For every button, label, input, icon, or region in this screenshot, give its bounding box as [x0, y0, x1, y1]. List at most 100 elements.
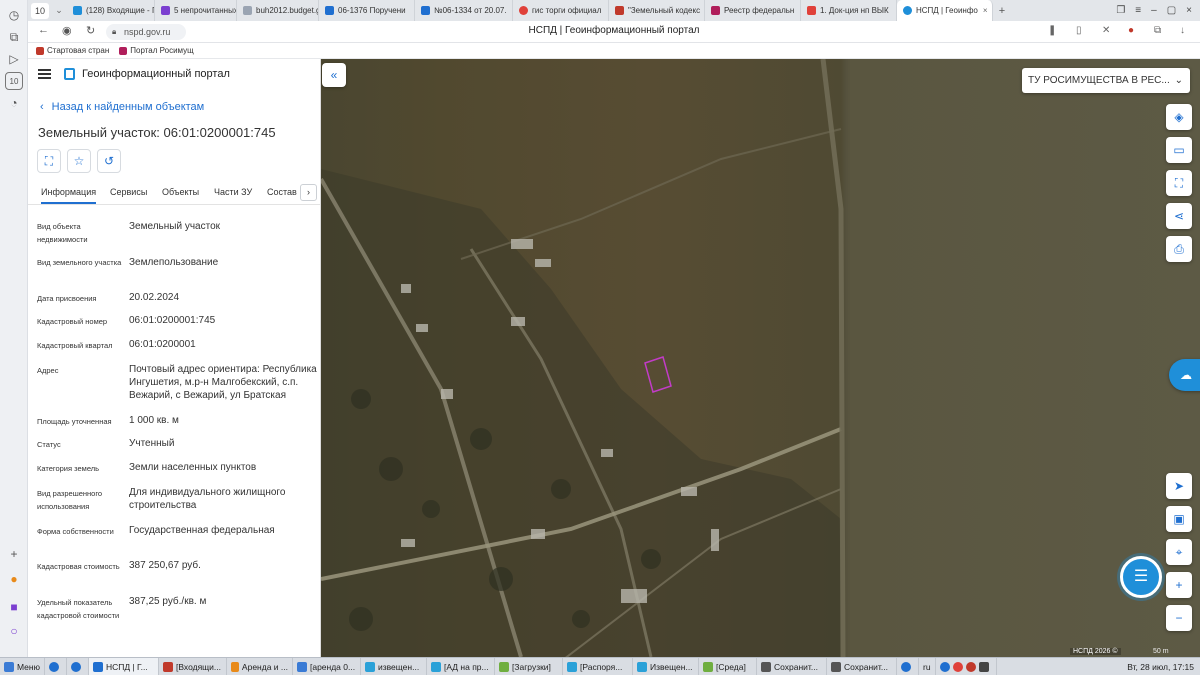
- browser-tab[interactable]: (128) Входящие - П: [67, 0, 155, 21]
- history-button[interactable]: ↺: [97, 149, 121, 173]
- taskbar-label: [Загрузки]: [511, 661, 551, 672]
- hamburger-icon[interactable]: [38, 69, 51, 79]
- close-window-icon[interactable]: ×: [1186, 5, 1192, 16]
- tray-app-icon[interactable]: [965, 661, 976, 672]
- browser-tab[interactable]: 06-1376 Поручени: [319, 0, 415, 21]
- taskbar-item[interactable]: Сохранит...: [827, 658, 897, 675]
- maximize-icon[interactable]: ▢: [1167, 5, 1176, 16]
- collections-icon[interactable]: ⧉: [5, 28, 23, 46]
- play-icon[interactable]: ▷: [5, 50, 23, 68]
- browser-tab[interactable]: 5 непрочитанных ч: [155, 0, 237, 21]
- tab-objects[interactable]: Объекты: [162, 187, 199, 197]
- tab-favicon: [711, 6, 720, 15]
- select-area-button[interactable]: ⛶: [37, 149, 61, 173]
- download-icon[interactable]: ↓: [1180, 25, 1185, 36]
- back-icon[interactable]: ←: [38, 24, 49, 36]
- geolocation-button[interactable]: ⌖: [1166, 539, 1192, 565]
- share-button[interactable]: ⋖: [1166, 203, 1192, 229]
- select-button[interactable]: ⛶: [1166, 170, 1192, 196]
- history-icon[interactable]: ◷: [5, 6, 23, 24]
- browser-tab[interactable]: Реестр федеральн: [705, 0, 801, 21]
- mail-app-icon[interactable]: ●: [5, 570, 23, 588]
- bookmark-item[interactable]: Стартовая стран: [36, 46, 109, 55]
- network-icon[interactable]: [978, 661, 989, 672]
- messenger-icon[interactable]: ■: [5, 598, 23, 616]
- tab-counter[interactable]: 10: [31, 2, 49, 19]
- field-label: Вид разрешенного использования: [37, 489, 103, 511]
- taskbar-item[interactable]: [Загрузки]: [495, 658, 563, 675]
- chat-button[interactable]: ☰: [1120, 556, 1162, 598]
- layers-button[interactable]: ◈: [1166, 104, 1192, 130]
- layer-select[interactable]: ТУ РОСИМУЩЕСТВА В РЕС... ⌄: [1022, 68, 1190, 93]
- browser-tab[interactable]: №06-1334 от 20.07.: [415, 0, 513, 21]
- taskbar-item[interactable]: Аренда и ...: [227, 658, 293, 675]
- clock[interactable]: Вт, 28 июл, 17:15: [1121, 662, 1200, 672]
- back-to-results-link[interactable]: ‹ Назад к найденным объектам: [40, 101, 204, 113]
- yandex-browser-icon: [70, 661, 81, 672]
- taskbar-item[interactable]: [Входящи...: [159, 658, 227, 675]
- bookmark-icon[interactable]: ❚: [1048, 25, 1056, 36]
- taskbar-item[interactable]: [АД на пр...: [427, 658, 495, 675]
- taskbar-item[interactable]: Извещен...: [633, 658, 699, 675]
- browser-tab[interactable]: 1. Док-ция нп ВЫК: [801, 0, 897, 21]
- quicklaunch-browser-2[interactable]: [67, 658, 89, 675]
- taskbar-item[interactable]: извещен...: [361, 658, 427, 675]
- tray-browser[interactable]: [897, 658, 919, 675]
- lock-shield-icon[interactable]: ▯: [1076, 25, 1082, 36]
- taskbar-item[interactable]: [аренда 0...: [293, 658, 361, 675]
- collapse-panel-button[interactable]: «: [322, 63, 346, 87]
- copy-window-icon[interactable]: ❐: [1116, 5, 1125, 16]
- language-indicator[interactable]: ru: [919, 658, 936, 675]
- add-panel-icon[interactable]: +: [5, 545, 23, 563]
- taskbar-item[interactable]: Сохранит...: [757, 658, 827, 675]
- tab-services[interactable]: Сервисы: [110, 187, 147, 197]
- new-tab-icon[interactable]: +: [993, 5, 1011, 17]
- start-menu-button[interactable]: Меню: [0, 658, 45, 675]
- app-icon: [92, 661, 103, 672]
- taskbar-item[interactable]: НСПД | Г...: [88, 658, 159, 675]
- browser-tab[interactable]: buh2012.budget.go: [237, 0, 319, 21]
- taskbar-label: извещен...: [377, 661, 420, 672]
- minimize-icon[interactable]: –: [1151, 5, 1157, 16]
- locate-button[interactable]: ➤: [1166, 473, 1192, 499]
- tab-label: 5 непрочитанных ч: [174, 6, 237, 15]
- clock-icon[interactable]: ◔: [5, 94, 23, 112]
- extensions-icon[interactable]: ⧉: [1154, 25, 1161, 36]
- print-button[interactable]: ⎙: [1166, 236, 1192, 262]
- measure-button[interactable]: ▭: [1166, 137, 1192, 163]
- url-field[interactable]: 🔒︎ nspd.gov.ru: [106, 24, 186, 40]
- minimap-button[interactable]: ▣: [1166, 506, 1192, 532]
- browser-tab[interactable]: "Земельный кодекс: [609, 0, 705, 21]
- quicklaunch-browser[interactable]: [45, 658, 67, 675]
- app-icon: [364, 661, 375, 672]
- tab-favicon: [243, 6, 252, 15]
- zoom-out-button[interactable]: −: [1166, 605, 1192, 631]
- tray-app-icon[interactable]: [939, 661, 950, 672]
- tabs-next-button[interactable]: ›: [300, 184, 317, 201]
- reload-icon[interactable]: ↻: [86, 24, 95, 37]
- tray-app-icon[interactable]: [952, 661, 963, 672]
- tab-info[interactable]: Информация: [41, 187, 97, 204]
- alice-icon[interactable]: ○: [5, 622, 23, 640]
- tab-composition[interactable]: Состав Е: [267, 187, 298, 197]
- tab-parts[interactable]: Части ЗУ: [214, 187, 252, 197]
- zoom-in-button[interactable]: +: [1166, 572, 1192, 598]
- tools-icon[interactable]: ✕: [1102, 25, 1110, 36]
- assistant-tab[interactable]: ☁: [1169, 359, 1200, 391]
- tab-favicon: [519, 6, 528, 15]
- object-title: Земельный участок: 06:01:0200001:745: [38, 125, 276, 140]
- select-area-icon: ⛶: [44, 154, 54, 168]
- browser-tab[interactable]: гис торги официал: [513, 0, 609, 21]
- satellite-map[interactable]: « ТУ РОСИМУЩЕСТВА В РЕС... ⌄ ◈ ▭ ⛶ ⋖ ⎙ ☁ …: [321, 59, 1200, 657]
- browser-tab-active[interactable]: НСПД | Геоинфо ×: [897, 0, 993, 21]
- counter-icon[interactable]: 10: [5, 72, 23, 90]
- bookmark-item[interactable]: Портал Росимущ: [119, 46, 194, 55]
- favorite-button[interactable]: ☆: [67, 149, 91, 173]
- taskbar-item[interactable]: [Распоря...: [563, 658, 633, 675]
- yandex-icon[interactable]: ◉: [62, 24, 72, 37]
- menu-icon[interactable]: ≡: [1135, 5, 1141, 16]
- chevron-down-icon[interactable]: ⌄: [51, 5, 67, 16]
- extension-icon[interactable]: ●: [1128, 25, 1134, 36]
- close-icon[interactable]: ×: [983, 6, 988, 15]
- taskbar-item[interactable]: [Среда]: [699, 658, 757, 675]
